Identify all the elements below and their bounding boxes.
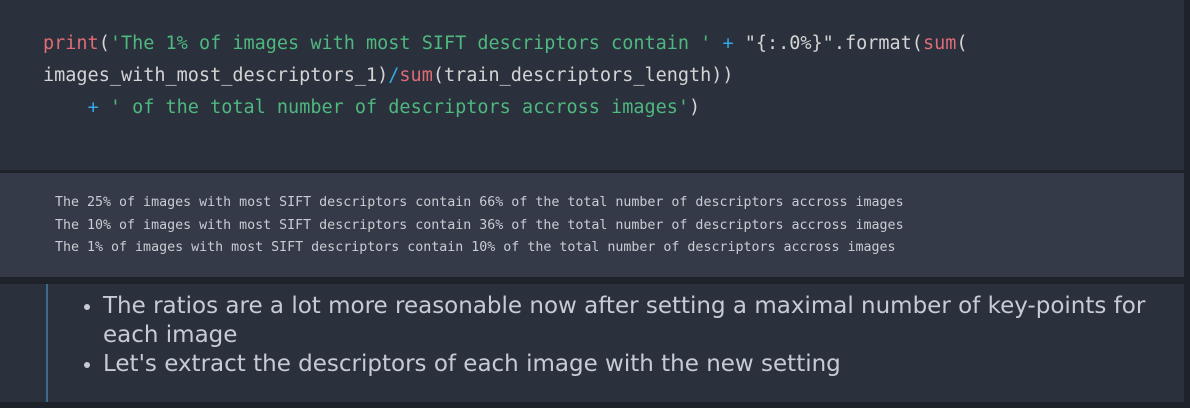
list-item: The ratios are a lot more reasonable now… <box>103 292 1163 350</box>
output-line: The 10% of images with most SIFT descrip… <box>55 217 904 233</box>
sum-function: sum <box>399 65 433 86</box>
output-cell: The 25% of images with most SIFT descrip… <box>0 173 1184 277</box>
divide-operator: / <box>388 65 400 86</box>
paren: ( <box>956 33 968 54</box>
list-item: Let's extract the descriptors of each im… <box>103 350 1163 379</box>
output-line: The 1% of images with most SIFT descript… <box>55 240 896 255</box>
string-literal: ' of the total number of descriptors acc… <box>109 97 690 118</box>
plus-operator: + <box>87 97 99 118</box>
plus-operator: + <box>722 33 734 54</box>
markdown-cell[interactable]: The ratios are a lot more reasonable now… <box>0 284 1184 402</box>
output-line: The 25% of images with most SIFT descrip… <box>55 195 904 210</box>
code-editor[interactable]: print('The 1% of images with most SIFT d… <box>43 28 968 124</box>
output-text: The 25% of images with most SIFT descrip… <box>55 192 904 260</box>
format-string: "{:.0%}" <box>744 33 834 54</box>
blockquote-border <box>46 284 48 402</box>
string-literal: 'The 1% of images with most SIFT descrip… <box>109 33 712 54</box>
paren: ( <box>98 33 110 54</box>
paren: ) <box>689 97 701 118</box>
bullet-list: The ratios are a lot more reasonable now… <box>80 292 1163 379</box>
argument: images_with_most_descriptors_1) <box>43 65 389 86</box>
argument: (train_descriptors_length)) <box>432 65 734 86</box>
format-call: .format( <box>833 33 923 54</box>
code-cell[interactable]: print('The 1% of images with most SIFT d… <box>0 0 1184 170</box>
print-keyword: print <box>43 33 99 54</box>
sum-function: sum <box>922 33 957 54</box>
